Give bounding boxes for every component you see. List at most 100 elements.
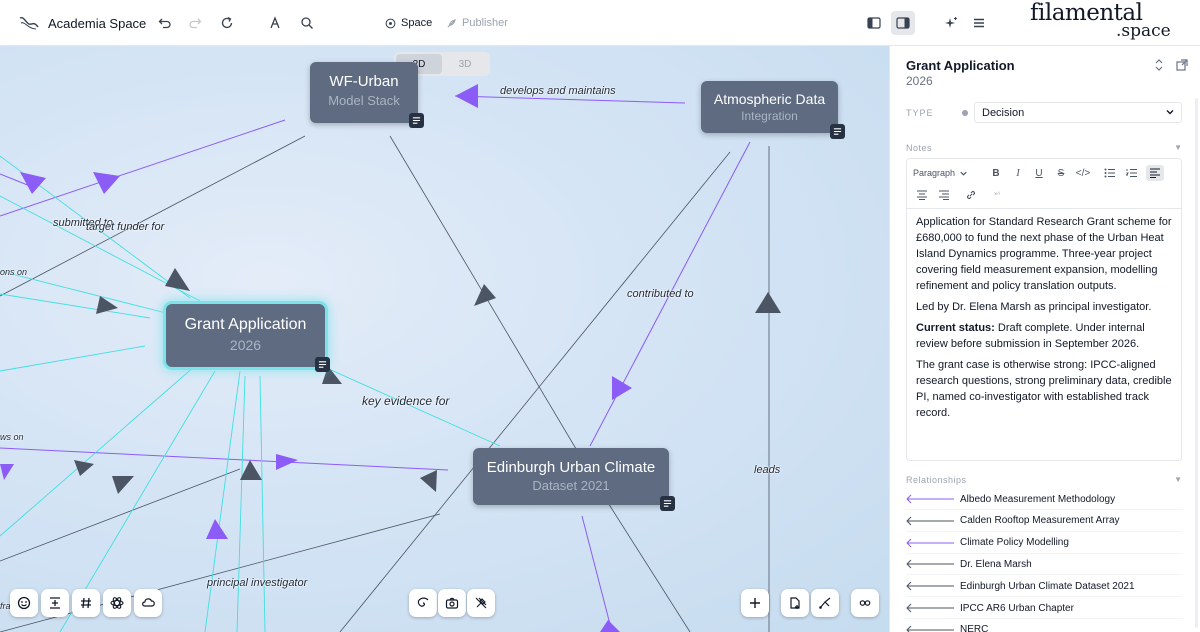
- open-external-icon[interactable]: [1175, 58, 1189, 72]
- bold-icon[interactable]: B: [987, 165, 1005, 181]
- brand-line2: .space: [1116, 21, 1171, 41]
- notes-badge-icon[interactable]: [409, 113, 424, 128]
- space-tab[interactable]: Space: [385, 12, 432, 34]
- relationship-name: Climate Policy Modelling: [960, 537, 1069, 549]
- graph-edges: [0, 84, 781, 632]
- edge-label: target funder for: [86, 221, 165, 233]
- edge-line: [0, 293, 151, 319]
- relationship-row[interactable]: NERC: [906, 620, 1182, 632]
- graph-canvas[interactable]: develops and maintains submitted to targ…: [0, 46, 889, 632]
- redo-icon[interactable]: [186, 0, 204, 46]
- right-panel-toggle-icon[interactable]: [891, 11, 915, 35]
- relationship-row[interactable]: Dr. Elena Marsh: [906, 554, 1182, 576]
- feather-icon: [447, 18, 456, 28]
- edge-arrowhead: [420, 470, 437, 492]
- chevron-down-icon: [960, 171, 967, 176]
- notes-badge-icon[interactable]: [830, 124, 845, 139]
- notes-status-label: Current status:: [916, 322, 995, 334]
- notes-collapse-icon[interactable]: ▼: [1174, 143, 1182, 152]
- notes-badge-icon[interactable]: [660, 496, 675, 511]
- add-document-icon[interactable]: [781, 589, 809, 617]
- link-icon[interactable]: [962, 187, 980, 203]
- paragraph-select[interactable]: Paragraph: [913, 164, 968, 182]
- menu-icon[interactable]: [970, 0, 988, 46]
- publisher-tab[interactable]: Publisher: [446, 12, 508, 34]
- edge-arrowhead: [74, 460, 94, 476]
- align-left-icon[interactable]: [1146, 165, 1164, 181]
- node-edinburgh-urban-climate[interactable]: Edinburgh Urban Climate Dataset 2021: [473, 448, 669, 505]
- link-chain-icon[interactable]: [851, 589, 879, 617]
- strikethrough-icon[interactable]: S: [1052, 165, 1070, 181]
- italic-icon[interactable]: I: [1009, 165, 1027, 181]
- edge-label: fra: [0, 601, 11, 611]
- brand-logo: filamental .space: [1030, 2, 1171, 40]
- edge-line: [259, 375, 266, 632]
- search-icon[interactable]: [298, 0, 316, 46]
- notes-label: Notes: [906, 143, 933, 153]
- hashtag-icon[interactable]: [72, 589, 100, 617]
- clear-format-icon[interactable]: ×ᴬ: [988, 187, 1006, 203]
- left-panel-toggle-icon[interactable]: [862, 11, 886, 35]
- panel-scrollbar[interactable]: [1195, 98, 1198, 628]
- relationship-row[interactable]: Calden Rooftop Measurement Array: [906, 511, 1182, 532]
- node-atmospheric-data[interactable]: Atmospheric Data Integration: [701, 81, 838, 133]
- node-subtitle: Integration: [741, 109, 798, 123]
- edge-line: [454, 95, 686, 104]
- notes-editor[interactable]: Paragraph B I U S </> ×ᴬ Application for…: [906, 158, 1182, 461]
- relationship-arrow-icon: [906, 581, 954, 591]
- refresh-icon[interactable]: [218, 0, 236, 46]
- toggle-3d[interactable]: 3D: [442, 54, 488, 74]
- relationship-row[interactable]: Edinburgh Urban Climate Dataset 2021: [906, 576, 1182, 598]
- edge-line: [0, 447, 449, 471]
- code-icon[interactable]: </>: [1073, 165, 1093, 181]
- emoji-icon[interactable]: [10, 589, 38, 617]
- expand-collapse-icon[interactable]: [1152, 58, 1166, 72]
- edge-line: [0, 135, 306, 297]
- align-center-text-icon[interactable]: [913, 187, 931, 203]
- relationship-row[interactable]: IPCC AR6 Urban Chapter: [906, 598, 1182, 619]
- panel-subtitle: 2026: [906, 74, 933, 88]
- atom-icon[interactable]: [103, 589, 131, 617]
- pin-off-icon[interactable]: [467, 589, 495, 617]
- relationships-label: Relationships: [906, 475, 967, 485]
- edge-arrowhead: [755, 292, 781, 313]
- notes-content[interactable]: Application for Standard Research Grant …: [916, 214, 1178, 426]
- relationship-name: Albedo Measurement Methodology: [960, 493, 1116, 505]
- notes-badge-icon[interactable]: [315, 357, 330, 372]
- cloud-icon[interactable]: [134, 589, 162, 617]
- node-grant-application[interactable]: Grant Application 2026: [166, 304, 325, 367]
- relationship-arrow-icon: [906, 516, 954, 526]
- relationship-arrow-icon: [906, 538, 954, 547]
- edge-line: [204, 370, 241, 632]
- spiral-icon[interactable]: [409, 589, 437, 617]
- node-subtitle: 2026: [229, 337, 262, 353]
- node-title: WF-Urban: [329, 73, 399, 90]
- edge-arrowhead: [165, 268, 190, 291]
- font-style-icon[interactable]: [266, 0, 284, 46]
- connect-icon[interactable]: [811, 589, 839, 617]
- notes-paragraph: The grant case is otherwise strong: IPCC…: [916, 359, 1172, 419]
- relationships-collapse-icon[interactable]: ▼: [1174, 475, 1182, 484]
- space-icon: [385, 18, 396, 28]
- node-wf-urban[interactable]: WF-Urban Model Stack: [310, 62, 418, 123]
- type-select[interactable]: Decision: [974, 102, 1182, 123]
- edge-arrowhead: [20, 172, 46, 194]
- numbered-list-icon[interactable]: [1123, 165, 1141, 181]
- edge-line: [339, 151, 731, 632]
- app-logo-icon[interactable]: [18, 0, 40, 46]
- align-right-icon[interactable]: [935, 187, 953, 203]
- edge-arrowhead: [600, 620, 620, 632]
- relationship-row[interactable]: Climate Policy Modelling: [906, 533, 1182, 554]
- camera-icon[interactable]: [438, 589, 466, 617]
- relationship-row[interactable]: Albedo Measurement Methodology: [906, 489, 1182, 510]
- bullet-list-icon[interactable]: [1101, 165, 1119, 181]
- relationship-name: Edinburgh Urban Climate Dataset 2021: [960, 580, 1135, 592]
- underline-icon[interactable]: U: [1030, 165, 1048, 181]
- undo-icon[interactable]: [156, 0, 174, 46]
- edge-arrowhead: [455, 84, 478, 108]
- sparkle-add-icon[interactable]: [942, 0, 960, 46]
- relationship-name: IPCC AR6 Urban Chapter: [960, 602, 1074, 614]
- type-select-value: Decision: [982, 106, 1025, 119]
- add-node-icon[interactable]: [741, 589, 769, 617]
- align-center-icon[interactable]: [41, 589, 69, 617]
